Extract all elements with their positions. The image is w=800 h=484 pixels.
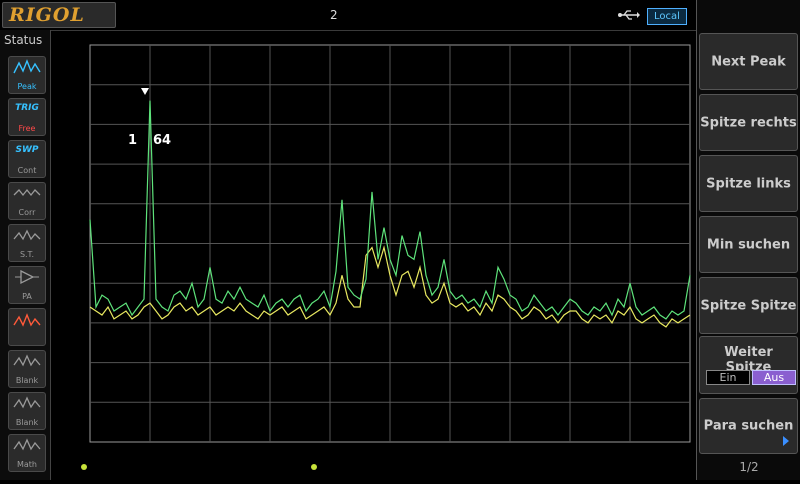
trigger-status-button[interactable]: TRIG Free — [8, 98, 46, 136]
search-params-label: Para suchen — [703, 418, 794, 434]
sweep-status-button[interactable]: SWP Cont — [8, 140, 46, 178]
trigger-mode-label: Free — [18, 124, 36, 133]
spectrum-display[interactable]: 1 64 — [50, 31, 696, 480]
remote-status-badge: Local — [647, 8, 687, 25]
marker-1[interactable] — [141, 88, 149, 95]
peak-right-label: Spitze rechts — [700, 115, 797, 130]
sweep-label: SWP — [15, 145, 39, 155]
peak-right-button[interactable]: Spitze rechts — [699, 94, 798, 151]
signal-track-icon — [13, 229, 41, 241]
preamp-status-button[interactable]: PA — [8, 266, 46, 304]
peak-left-button[interactable]: Spitze links — [699, 155, 798, 212]
top-bar: RIGOL 2 Local — [0, 0, 696, 31]
trigger-label: TRIG — [15, 103, 39, 113]
toggle-off-option[interactable]: Aus — [752, 370, 796, 385]
trace3-status-button[interactable]: Blank — [8, 392, 46, 430]
trace2-status-button[interactable]: Blank — [8, 350, 46, 388]
continuous-peak-toggle[interactable]: Weiter Spitze Ein Aus — [699, 336, 798, 394]
status-trace2-label: Blank — [15, 376, 39, 385]
status-pa-label: PA — [22, 292, 32, 301]
submenu-arrow-icon — [783, 436, 789, 446]
marker-diamond — [141, 88, 149, 95]
math-wave-icon — [13, 438, 41, 451]
softkey-menu: Next Peak Spitze rechts Spitze links Min… — [696, 0, 800, 480]
trace1-status-button[interactable] — [8, 308, 46, 346]
status-peak-label: Peak — [17, 82, 37, 91]
marker-value: 64 — [153, 133, 171, 148]
status-math-label: Math — [16, 460, 37, 469]
marker-number: 1 — [128, 133, 137, 148]
sweep-mode-label: Cont — [17, 166, 37, 175]
signal-track-status-button[interactable]: S.T. — [8, 224, 46, 262]
brand-name: RIGOL — [9, 4, 85, 26]
status-trace3-label: Blank — [15, 418, 39, 427]
status-panel: Status Peak TRIG Free SWP Cont Corr S.T.… — [0, 30, 51, 480]
status-st-label: S.T. — [19, 250, 35, 259]
trace-indicator-dot — [81, 464, 87, 470]
rigol-logo: RIGOL — [2, 2, 116, 28]
correction-status-button[interactable]: Corr — [8, 182, 46, 220]
toggle-on-option[interactable]: Ein — [706, 370, 750, 385]
trace1-wave-icon — [13, 313, 41, 327]
menu-page-number: 1/2 — [739, 460, 759, 474]
grid-lines — [90, 45, 690, 442]
min-search-label: Min suchen — [706, 237, 791, 252]
peak-left-label: Spitze links — [706, 176, 791, 191]
trace-indicator-dot — [311, 464, 317, 470]
next-peak-button[interactable]: Next Peak — [699, 33, 798, 90]
amplifier-icon — [15, 269, 39, 285]
status-title: Status — [4, 33, 43, 47]
next-peak-label: Next Peak — [711, 54, 786, 69]
trace2-wave-icon — [13, 354, 41, 367]
correction-icon — [13, 188, 41, 197]
math-status-button[interactable]: Math — [8, 434, 46, 472]
peak-peak-label: Spitze Spitze — [700, 298, 797, 313]
trace3-wave-icon — [13, 396, 41, 409]
status-corr-label: Corr — [18, 208, 36, 217]
peak-peak-button[interactable]: Spitze Spitze — [699, 277, 798, 334]
usb-icon — [618, 10, 640, 20]
spectrum-chart: 1 64 — [81, 44, 691, 470]
peak-wave-icon — [13, 59, 41, 74]
min-search-button[interactable]: Min suchen — [699, 216, 798, 273]
window-title: 2 — [330, 8, 339, 22]
peak-status-button[interactable]: Peak — [8, 56, 46, 94]
